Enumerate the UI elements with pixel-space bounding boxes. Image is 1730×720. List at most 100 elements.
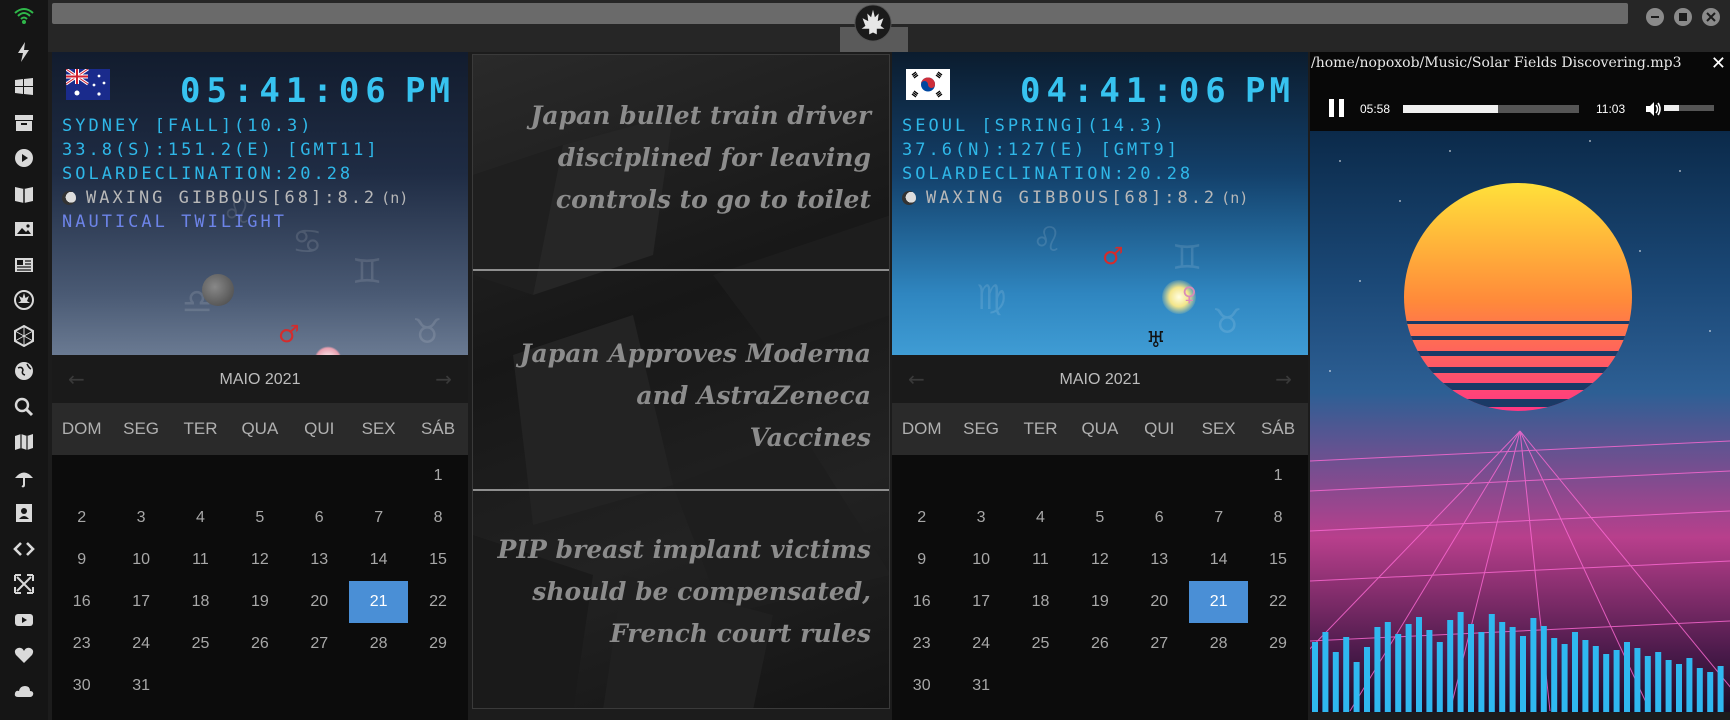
calendar-day[interactable]: 7	[1189, 497, 1248, 539]
calendar-day[interactable]: 17	[111, 581, 170, 623]
calendar-day[interactable]: 25	[1011, 623, 1070, 665]
volume-icon[interactable]	[1644, 100, 1662, 118]
book-icon[interactable]	[12, 182, 36, 206]
equalizer-bar	[1332, 652, 1339, 712]
calendar-day[interactable]: 12	[230, 539, 289, 581]
calendar-day[interactable]: 17	[951, 581, 1010, 623]
calendar-day[interactable]: 19	[1070, 581, 1129, 623]
news-headline[interactable]: Japan Approves Moderna and AstraZeneca V…	[473, 333, 889, 459]
rebel-icon[interactable]	[12, 288, 36, 312]
calendar-day[interactable]: 25	[171, 623, 230, 665]
equalizer-bar	[1582, 640, 1589, 712]
calendar-day[interactable]: 22	[408, 581, 467, 623]
close-window-button[interactable]	[1702, 8, 1720, 26]
calendar-day[interactable]: 30	[52, 665, 111, 707]
play-circle-icon[interactable]	[12, 146, 36, 170]
close-player-button[interactable]: ✕	[1711, 53, 1726, 74]
calendar-day[interactable]: 3	[111, 497, 170, 539]
calendar-day[interactable]: 12	[1070, 539, 1129, 581]
news-headline[interactable]: PIP breast implant victims should be com…	[473, 529, 889, 655]
calendar-day[interactable]: 4	[171, 497, 230, 539]
calendar-day-today[interactable]: 21	[1188, 581, 1249, 623]
app-launcher-sidebar	[0, 0, 48, 720]
next-month-button[interactable]: →	[1275, 367, 1292, 391]
calendar-day[interactable]: 23	[892, 623, 951, 665]
fullscreen-icon[interactable]	[12, 572, 36, 596]
image-icon[interactable]	[12, 217, 36, 241]
calendar-day[interactable]: 13	[1130, 539, 1189, 581]
seek-bar[interactable]	[1403, 105, 1579, 113]
calendar-day[interactable]: 20	[290, 581, 349, 623]
search-icon[interactable]	[12, 395, 36, 419]
calendar-day[interactable]: 29	[408, 623, 467, 665]
calendar-day[interactable]: 10	[951, 539, 1010, 581]
wifi-icon[interactable]	[12, 4, 36, 28]
calendar-day[interactable]: 26	[1070, 623, 1129, 665]
code-icon[interactable]	[12, 537, 36, 561]
calendar-day[interactable]: 27	[290, 623, 349, 665]
calendar-day[interactable]: 10	[111, 539, 170, 581]
calendar-day[interactable]: 2	[892, 497, 951, 539]
umbrella-icon[interactable]	[12, 466, 36, 490]
calendar-day[interactable]: 27	[1130, 623, 1189, 665]
calendar-day[interactable]: 4	[1011, 497, 1070, 539]
heart-icon[interactable]	[12, 643, 36, 667]
calendar-day[interactable]: 1	[1248, 455, 1307, 497]
calendar-day[interactable]: 15	[1248, 539, 1307, 581]
calendar-day[interactable]: 2	[52, 497, 111, 539]
windows-icon[interactable]	[12, 75, 36, 99]
calendar-day[interactable]: 8	[1248, 497, 1307, 539]
contacts-icon[interactable]	[12, 501, 36, 525]
calendar-day[interactable]: 13	[290, 539, 349, 581]
calendar-day[interactable]: 15	[408, 539, 467, 581]
calendar-day[interactable]: 3	[951, 497, 1010, 539]
next-month-button[interactable]: →	[435, 367, 452, 391]
calendar-day[interactable]: 9	[52, 539, 111, 581]
calendar-day[interactable]: 29	[1248, 623, 1307, 665]
calendar-day[interactable]: 6	[1130, 497, 1189, 539]
calendar-day[interactable]: 24	[111, 623, 170, 665]
calendar-day[interactable]: 1	[408, 455, 467, 497]
maximize-button[interactable]	[1674, 8, 1692, 26]
calendar-day[interactable]: 16	[52, 581, 111, 623]
pause-button[interactable]	[1328, 99, 1346, 117]
calendar-day-today[interactable]: 21	[348, 581, 409, 623]
calendar-day[interactable]: 18	[171, 581, 230, 623]
calendar-day[interactable]: 8	[408, 497, 467, 539]
calendar-day[interactable]: 19	[230, 581, 289, 623]
rebel-alliance-logo-icon[interactable]	[852, 2, 894, 44]
calendar-day[interactable]: 11	[1011, 539, 1070, 581]
calendar-day[interactable]: 26	[230, 623, 289, 665]
bolt-icon[interactable]	[12, 40, 36, 64]
calendar-day[interactable]: 31	[951, 665, 1010, 707]
volume-slider[interactable]	[1664, 105, 1714, 111]
hexagon-icon[interactable]	[12, 324, 36, 348]
calendar-day[interactable]: 7	[349, 497, 408, 539]
calendar-day[interactable]: 31	[111, 665, 170, 707]
calendar-day[interactable]: 5	[1070, 497, 1129, 539]
calendar-day[interactable]: 23	[52, 623, 111, 665]
calendar-day[interactable]: 28	[349, 623, 408, 665]
calendar-day[interactable]: 14	[1189, 539, 1248, 581]
archive-icon[interactable]	[12, 111, 36, 135]
calendar-day[interactable]: 16	[892, 581, 951, 623]
calendar-day[interactable]: 22	[1248, 581, 1307, 623]
calendar-day[interactable]: 9	[892, 539, 951, 581]
calendar-day[interactable]: 5	[230, 497, 289, 539]
youtube-icon[interactable]	[12, 608, 36, 632]
calendar-day[interactable]: 30	[892, 665, 951, 707]
newspaper-icon[interactable]	[12, 253, 36, 277]
calendar-day[interactable]: 14	[349, 539, 408, 581]
calendar-day[interactable]: 28	[1189, 623, 1248, 665]
calendar-day[interactable]: 6	[290, 497, 349, 539]
minimize-button[interactable]	[1646, 8, 1664, 26]
map-icon[interactable]	[12, 430, 36, 454]
calendar-day[interactable]: 20	[1130, 581, 1189, 623]
address-bar[interactable]	[52, 3, 1628, 24]
calendar-day[interactable]: 11	[171, 539, 230, 581]
calendar-day[interactable]: 18	[1011, 581, 1070, 623]
news-headline[interactable]: Japan bullet train driver disciplined fo…	[473, 95, 889, 221]
calendar-day[interactable]: 24	[951, 623, 1010, 665]
globe-icon[interactable]	[12, 359, 36, 383]
cloud-icon[interactable]	[12, 679, 36, 703]
